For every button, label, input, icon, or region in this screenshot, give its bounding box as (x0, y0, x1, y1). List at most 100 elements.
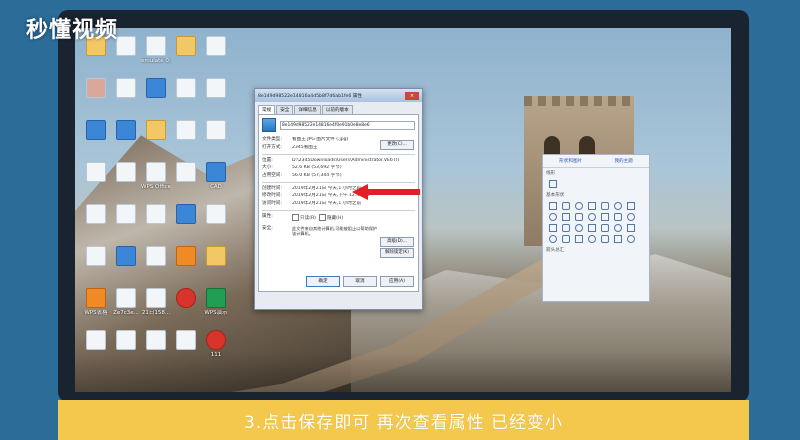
desktop-icon[interactable]: emulate 0... (141, 36, 171, 64)
shape-tool[interactable] (601, 235, 609, 243)
desktop-icon[interactable] (141, 246, 171, 268)
desktop-icon[interactable] (81, 162, 111, 184)
shape-tool[interactable] (601, 224, 609, 232)
desktop-icon[interactable] (201, 204, 231, 226)
shape-tool[interactable] (549, 202, 557, 210)
cancel-button[interactable]: 取消 (343, 276, 377, 287)
desktop-icon[interactable]: Ze7c3e... (111, 288, 141, 316)
tab-details[interactable]: 详细信息 (294, 105, 321, 114)
desktop-icon[interactable] (81, 246, 111, 268)
change-button[interactable]: 更改(C)... (380, 140, 414, 150)
shape-tool[interactable] (549, 235, 557, 243)
shape-tool[interactable] (614, 213, 622, 221)
shape-tool[interactable] (562, 202, 570, 210)
desktop-icon[interactable]: WPS表格 (81, 288, 111, 316)
desktop-icon[interactable] (111, 330, 141, 352)
file-name-field[interactable]: 8e149d98522e14816e4f0e91b0e8e8e6 (280, 120, 415, 130)
shape-tool[interactable] (575, 224, 583, 232)
tab-shapes-images[interactable]: 形状和图片 (559, 158, 582, 164)
doc-file-icon (116, 36, 136, 56)
shape-tool[interactable] (614, 235, 622, 243)
file-type-label: 文件类型: (262, 137, 282, 142)
desktop-icon[interactable] (141, 78, 171, 100)
shape-tool[interactable] (562, 213, 570, 221)
desktop-icon[interactable]: 21日158... (141, 288, 171, 316)
desktop-icon[interactable]: WPS Office (141, 162, 171, 190)
desktop-icon-label: WPS演示 (204, 310, 228, 316)
shape-tool[interactable] (588, 213, 596, 221)
tab-my-theme[interactable]: 我的主题 (614, 158, 632, 164)
desktop-icon[interactable] (171, 204, 201, 226)
tab-general[interactable]: 常规 (258, 105, 276, 114)
shape-tool[interactable] (601, 202, 609, 210)
desktop-screen: emulate 0... WPS Office CAD WPS表格 Ze7c3e... 2… (75, 28, 731, 392)
shape-tool[interactable] (627, 224, 635, 232)
shape-tool[interactable] (588, 235, 596, 243)
advanced-button[interactable]: 高级(D)... (380, 237, 414, 247)
shape-tool[interactable] (549, 224, 557, 232)
doc-file-icon (116, 204, 136, 224)
shape-tool[interactable] (614, 202, 622, 210)
dialog-titlebar[interactable]: 8e149d98522e14816a4d5b8f7d6ab1fe6 属性 × (255, 89, 422, 102)
desktop-icon[interactable] (111, 204, 141, 226)
readonly-checkbox[interactable] (292, 213, 299, 221)
doc-file-icon (176, 120, 196, 140)
lines-grid (543, 178, 649, 190)
shape-tool[interactable] (562, 224, 570, 232)
apply-button[interactable]: 应用(A) (380, 276, 414, 287)
desktop-icon[interactable] (201, 246, 231, 268)
desktop-icon-label: emulate 0... (141, 58, 171, 64)
shape-tool[interactable] (627, 235, 635, 243)
shape-line-tool[interactable] (549, 180, 557, 188)
red-arrow-icon (352, 184, 420, 200)
shape-tool[interactable] (601, 213, 609, 221)
desktop-icon[interactable] (171, 78, 201, 100)
size-label: 大小: (262, 165, 273, 171)
desktop-icon[interactable] (111, 162, 141, 184)
desktop-icon[interactable] (81, 120, 111, 142)
desktop-icon[interactable]: CAD (201, 162, 231, 190)
blue-file-icon (86, 120, 106, 140)
desktop-icon[interactable] (171, 330, 201, 352)
desktop-icon[interactable] (111, 120, 141, 142)
doc-file-icon (146, 288, 166, 308)
desktop-icon[interactable] (201, 78, 231, 100)
section-arrows: 箭头总汇 (546, 248, 565, 253)
unblock-button[interactable]: 解除锁定(K) (380, 248, 414, 258)
security-text: 此文件来自其他计算机,可能被阻止以帮助保护该计算机。 (292, 225, 378, 236)
desktop-icon[interactable] (141, 330, 171, 352)
doc-file-icon (206, 78, 226, 98)
desktop-icon[interactable] (171, 120, 201, 142)
desktop-icon[interactable] (171, 288, 201, 310)
shape-tool[interactable] (588, 202, 596, 210)
desktop-icon[interactable] (111, 246, 141, 268)
desktop-icon[interactable]: WPS演示 (201, 288, 231, 316)
desktop-icon[interactable] (81, 204, 111, 226)
shape-tool[interactable] (575, 202, 583, 210)
shape-tool[interactable] (627, 213, 635, 221)
desktop-icon[interactable] (81, 330, 111, 352)
shape-tool[interactable] (575, 213, 583, 221)
hidden-checkbox[interactable] (318, 213, 326, 221)
desktop-icon[interactable] (201, 36, 231, 58)
shape-tool[interactable] (614, 224, 622, 232)
desktop-icon[interactable] (111, 78, 141, 100)
tab-security[interactable]: 安全 (276, 105, 294, 114)
desktop-icon[interactable] (171, 246, 201, 268)
shape-tool[interactable] (575, 235, 583, 243)
desktop-icon[interactable] (171, 162, 201, 184)
shape-tool[interactable] (562, 235, 570, 243)
ok-button[interactable]: 确定 (306, 276, 340, 287)
desktop-icon[interactable] (201, 120, 231, 142)
desktop-icon[interactable] (141, 204, 171, 226)
desktop-icon[interactable] (141, 120, 171, 142)
doc-file-icon (146, 36, 166, 56)
doc-file-icon (206, 120, 226, 140)
desktop-icon[interactable] (81, 78, 111, 100)
close-icon[interactable]: × (405, 91, 419, 100)
desktop-icon[interactable] (171, 36, 201, 58)
shape-tool[interactable] (627, 202, 635, 210)
shape-tool[interactable] (549, 213, 557, 221)
shape-tool[interactable] (588, 224, 596, 232)
tab-previous-versions[interactable]: 以前的版本 (321, 105, 353, 114)
